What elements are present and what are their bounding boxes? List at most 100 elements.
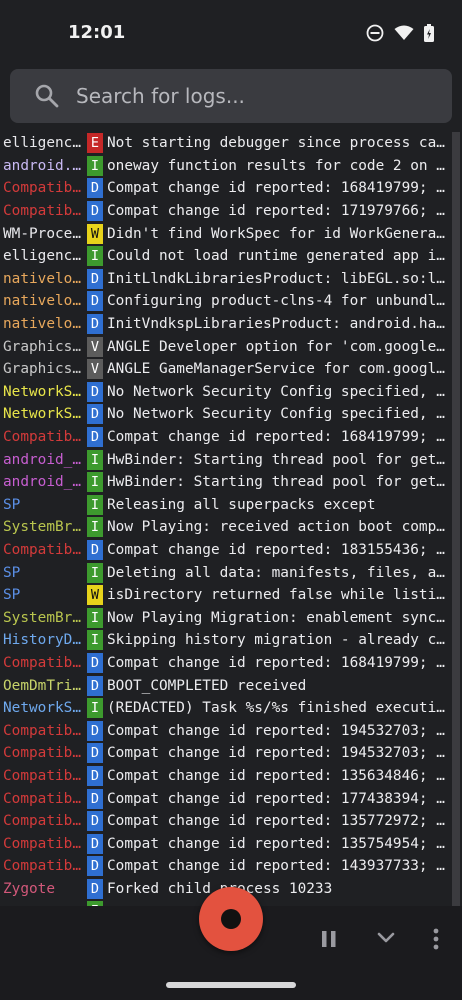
log-level-badge: D <box>87 268 103 289</box>
log-level-badge: I <box>87 517 103 538</box>
log-row[interactable]: android_...IHwBinder: Starting thread po… <box>0 471 452 494</box>
log-row[interactable]: OemDmTri...DBOOT_COMPLETED received <box>0 674 452 697</box>
log-message: Could not load runtime generated app im.… <box>107 248 452 265</box>
log-row[interactable]: Compatib...DCompat change id reported: 1… <box>0 832 452 855</box>
battery-charging-icon <box>424 24 434 42</box>
log-message: Compat change id reported: 168419799; U.… <box>107 180 452 197</box>
log-tag: NetworkS... <box>3 383 85 400</box>
log-row[interactable]: elligenc...ENot starting debugger since … <box>0 132 452 155</box>
log-message: Compat change id reported: 194532703; U.… <box>107 722 452 739</box>
log-tag: Compatib... <box>3 722 85 739</box>
chevron-down-icon[interactable] <box>376 930 396 950</box>
log-row[interactable]: Compatib...DCompat change id reported: 1… <box>0 742 452 765</box>
log-message: No Network Security Config specified, u.… <box>107 406 452 423</box>
log-row[interactable]: SystemBr...INow Playing: received action… <box>0 516 452 539</box>
log-tag: nativelo... <box>3 270 85 287</box>
search-input[interactable] <box>76 84 416 108</box>
more-vert-icon[interactable] <box>431 927 441 955</box>
log-row[interactable]: nativelo...DInitVndkspLibrariesProduct: … <box>0 313 452 336</box>
log-row[interactable]: SP WisDirectory returned false while list… <box>0 584 452 607</box>
log-tag: Graphics... <box>3 338 85 355</box>
log-row[interactable]: android....Ioneway function results for … <box>0 155 452 178</box>
log-row[interactable]: NetworkS...I(REDACTED) Task %s/%s finish… <box>0 697 452 720</box>
log-tag: Compatib... <box>3 203 85 220</box>
log-tag: nativelo... <box>3 316 85 333</box>
log-level-badge: I <box>87 494 103 515</box>
log-row[interactable]: HistoryD...ISkipping history migration -… <box>0 629 452 652</box>
record-button[interactable] <box>199 887 263 951</box>
log-tag: SystemBr... <box>3 609 85 626</box>
log-message: Configuring product-clns-4 for unbundle.… <box>107 293 452 310</box>
log-message: InitVndkspLibrariesProduct: android.har.… <box>107 316 452 333</box>
log-row[interactable]: SP I Deleting all data: manifests, files, … <box>0 561 452 584</box>
log-message: Compat change id reported: 168419799; U.… <box>107 654 452 671</box>
scrollbar[interactable] <box>452 132 460 906</box>
navigation-handle[interactable] <box>166 982 296 988</box>
log-message: Didn't find WorkSpec for id WorkGenerat.… <box>107 225 452 242</box>
log-message: ANGLE Developer option for 'com.google..… <box>107 338 452 355</box>
log-row[interactable]: Graphics...VANGLE Developer option for '… <box>0 335 452 358</box>
log-row[interactable]: Compatib...DCompat change id reported: 1… <box>0 810 452 833</box>
log-message: Compat change id reported: 168419799; U.… <box>107 429 452 446</box>
log-message: Not starting debugger since process can.… <box>107 135 452 152</box>
log-tag: Compatib... <box>3 654 85 671</box>
log-tag: elligenc... <box>3 248 85 265</box>
log-message: InitLlndkLibrariesProduct: libEGL.so:li.… <box>107 270 452 287</box>
log-level-badge: I <box>87 562 103 583</box>
log-row[interactable]: Compatib...DCompat change id reported: 1… <box>0 855 452 878</box>
log-level-badge: D <box>87 404 103 425</box>
log-tag: Compatib... <box>3 835 85 852</box>
log-level-badge: D <box>87 314 103 335</box>
log-tag: NetworkS... <box>3 406 85 423</box>
log-level-badge: I <box>87 630 103 651</box>
log-row[interactable]: NetworkS...DNo Network Security Config s… <box>0 381 452 404</box>
log-row[interactable]: nativelo...DInitLlndkLibrariesProduct: l… <box>0 268 452 291</box>
log-row[interactable]: SP I Releasing all superpacks except <box>0 494 452 517</box>
status-icons <box>366 24 434 42</box>
log-row[interactable]: Compatib...DCompat change id reported: 1… <box>0 200 452 223</box>
log-tag: SystemBr... <box>3 519 85 536</box>
log-message: isDirectory returned false while listin.… <box>107 587 452 604</box>
log-message: Compat change id reported: 135754954; U.… <box>107 835 452 852</box>
log-tag: android_... <box>3 474 85 491</box>
log-message: Compat change id reported: 143937733; U.… <box>107 858 452 875</box>
log-message: Compat change id reported: 194532703; U.… <box>107 745 452 762</box>
pause-icon[interactable] <box>320 929 338 953</box>
log-row[interactable]: nativelo...DConfiguring product-clns-4 f… <box>0 290 452 313</box>
log-message: Compat change id reported: 135634846; U.… <box>107 767 452 784</box>
log-message: Deleting all data: manifests, files, an.… <box>107 564 452 581</box>
log-row[interactable]: SystemBr...INow Playing Migration: enabl… <box>0 606 452 629</box>
log-tag: Compatib... <box>3 858 85 875</box>
log-level-badge: D <box>87 675 103 696</box>
record-icon <box>221 909 241 929</box>
log-tag: Compatib... <box>3 745 85 762</box>
log-tag: Compatib... <box>3 813 85 830</box>
log-tag: Compatib... <box>3 180 85 197</box>
log-row[interactable]: Graphics...VANGLE GameManagerService for… <box>0 358 452 381</box>
log-message: Compat change id reported: 177438394; U.… <box>107 790 452 807</box>
log-row[interactable]: Compatib...DCompat change id reported: 1… <box>0 765 452 788</box>
log-row[interactable]: WM-Proce...WDidn't find WorkSpec for id … <box>0 222 452 245</box>
log-level-badge: D <box>87 427 103 448</box>
log-row[interactable]: Compatib...DCompat change id reported: 1… <box>0 787 452 810</box>
log-row[interactable]: Compatib...DCompat change id reported: 1… <box>0 539 452 562</box>
log-row[interactable]: Compatib...DCompat change id reported: 1… <box>0 426 452 449</box>
log-level-badge: D <box>87 765 103 786</box>
log-row[interactable]: android_...IHwBinder: Starting thread po… <box>0 448 452 471</box>
log-row[interactable]: Compatib...DCompat change id reported: 1… <box>0 719 452 742</box>
log-level-badge: V <box>87 336 103 357</box>
log-message: Compat change id reported: 135772972; U.… <box>107 813 452 830</box>
search-bar[interactable] <box>10 69 452 123</box>
log-level-badge: D <box>87 856 103 877</box>
log-row[interactable]: elligenc...ICould not load runtime gener… <box>0 245 452 268</box>
log-message: No Network Security Config specified, u.… <box>107 383 452 400</box>
log-row[interactable]: NetworkS...DNo Network Security Config s… <box>0 403 452 426</box>
search-icon <box>34 83 60 109</box>
log-level-badge: I <box>87 246 103 267</box>
log-row[interactable]: Compatib...DCompat change id reported: 1… <box>0 652 452 675</box>
log-level-badge: D <box>87 178 103 199</box>
log-list[interactable]: elligenc...ENot starting debugger since … <box>0 132 452 906</box>
log-level-badge: W <box>87 585 103 606</box>
log-row[interactable]: Compatib...DCompat change id reported: 1… <box>0 177 452 200</box>
log-tag: HistoryD... <box>3 632 85 649</box>
